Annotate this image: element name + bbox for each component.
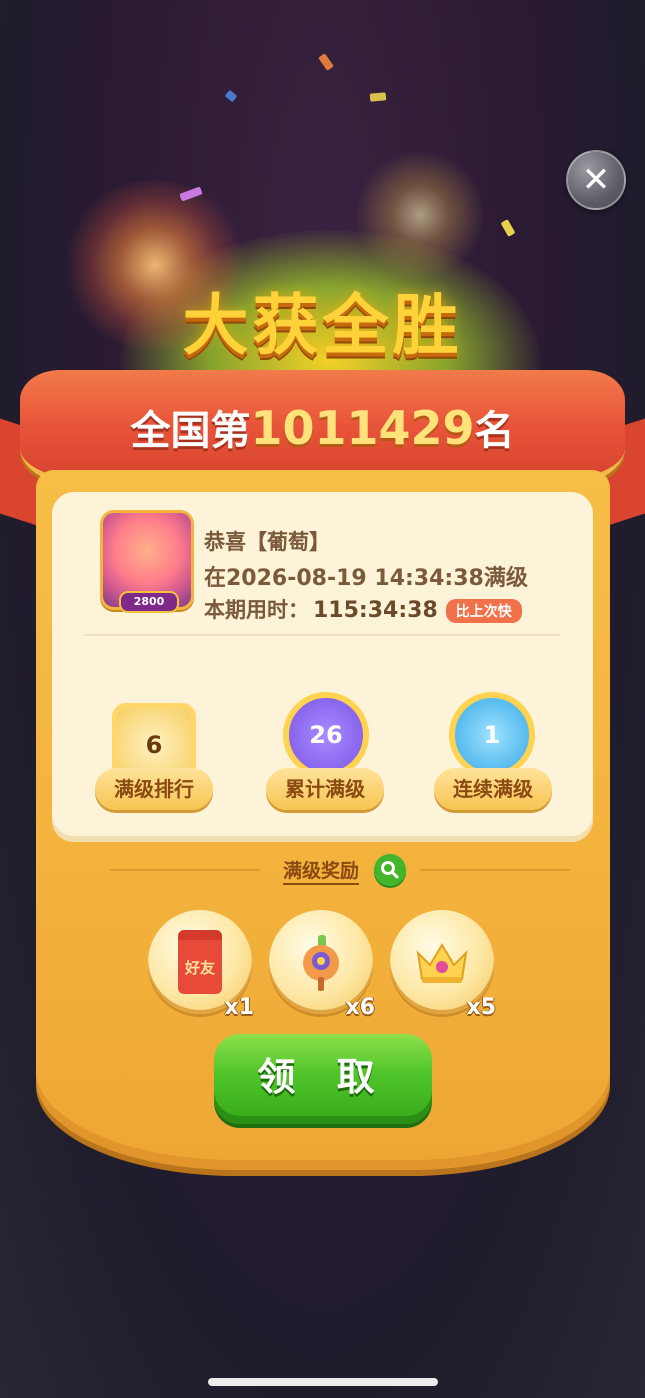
time-label: 本期用时： (204, 598, 309, 622)
reward-quantity: x6 (345, 995, 376, 1020)
reward-item[interactable]: x6 (269, 910, 375, 1020)
greeting-text: 恭喜【葡萄】 (204, 530, 330, 554)
compare-badge: 比上次快 (445, 599, 522, 623)
achieved-text: 在2026-08-19 14:34:38满级 (204, 566, 528, 591)
divider (420, 869, 570, 871)
time-row: 本期用时： 115:34:38 比上次快 (204, 594, 522, 624)
reward-quantity: x1 (224, 995, 255, 1020)
confetti (500, 219, 516, 237)
medal-icon: 26 (283, 692, 369, 778)
rewards-title: 满级奖励 (283, 856, 360, 885)
search-icon[interactable] (374, 854, 406, 886)
rank-suffix: 名 (474, 408, 515, 454)
avatar[interactable]: 2800 (100, 510, 194, 613)
rank-prefix: 全国第 (130, 408, 251, 454)
reward-quantity: x5 (466, 995, 497, 1020)
confetti (369, 92, 387, 102)
confetti (224, 89, 238, 103)
rank-number: 1011429 (250, 401, 475, 455)
reward-item[interactable]: 好友 x1 (148, 910, 254, 1020)
claim-button[interactable]: 领 取 (214, 1034, 432, 1124)
close-button[interactable]: ✕ (566, 150, 626, 210)
streak-button[interactable]: 连续满级 (434, 768, 552, 810)
divider (84, 634, 560, 636)
close-icon: ✕ (581, 160, 611, 200)
medal-icon: 1 (449, 692, 535, 778)
avatar-level-badge: 2800 (119, 591, 179, 613)
firework-right (350, 150, 490, 280)
rank-text: 全国第1011429名 (0, 398, 645, 456)
rank-button[interactable]: 满级排行 (95, 768, 213, 810)
victory-title: 大获全胜 (182, 287, 463, 364)
crown-icon (416, 943, 468, 983)
total-button[interactable]: 累计满级 (266, 768, 384, 810)
reward-item[interactable]: x5 (390, 910, 496, 1020)
magic-wand-icon (303, 935, 339, 991)
time-value: 115:34:38 (313, 598, 438, 623)
home-indicator[interactable] (208, 1378, 438, 1386)
red-packet-icon: 好友 (178, 930, 222, 994)
confetti (318, 53, 334, 71)
divider (110, 869, 260, 871)
